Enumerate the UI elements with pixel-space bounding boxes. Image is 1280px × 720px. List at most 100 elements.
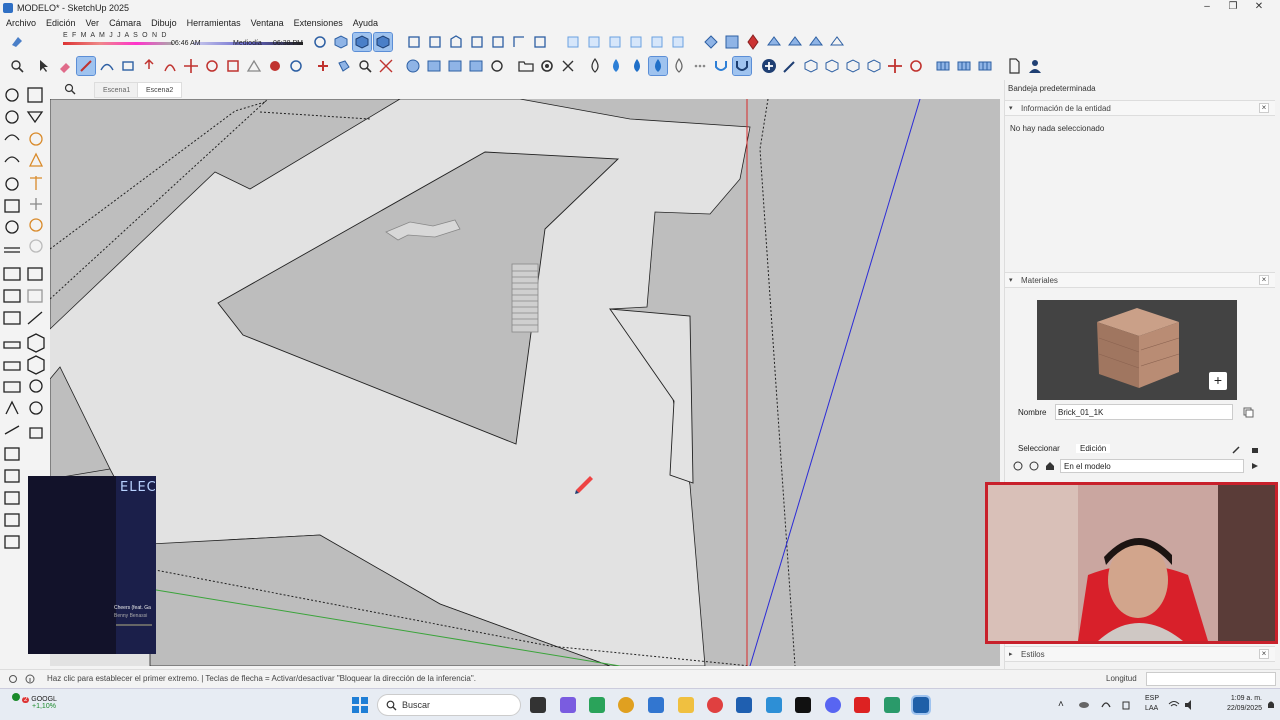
orbit-icon[interactable] (311, 33, 329, 51)
arc-icon[interactable] (98, 57, 116, 75)
geo-location-icon[interactable] (8, 674, 18, 686)
obs-icon[interactable] (854, 697, 870, 713)
close-model-icon[interactable] (559, 57, 577, 75)
chrome-icon[interactable] (618, 697, 634, 713)
grid-icon[interactable] (934, 57, 952, 75)
date-slider[interactable] (63, 42, 173, 45)
warehouse-icon[interactable] (702, 33, 720, 51)
material-name-field[interactable]: Brick_01_1K (1055, 404, 1233, 420)
wireframe-icon[interactable] (531, 33, 549, 51)
send-to-layout-icon[interactable] (744, 33, 762, 51)
sandbox-icon[interactable] (807, 33, 825, 51)
wifi-icon[interactable] (1168, 699, 1180, 713)
flip-icon[interactable] (314, 57, 332, 75)
view-top-icon[interactable] (352, 32, 372, 52)
add-plus-icon[interactable] (760, 57, 778, 75)
follow-me-icon[interactable] (161, 57, 179, 75)
extension-manager-icon[interactable] (765, 33, 783, 51)
tab-escena2[interactable]: Escena2 (137, 82, 183, 98)
menu-herramientas[interactable]: Herramientas (187, 18, 241, 28)
material-home-icon[interactable] (1250, 444, 1260, 456)
model-geometry[interactable] (50, 99, 1000, 666)
app-icon[interactable] (766, 697, 782, 713)
tape-measure-icon[interactable] (266, 57, 284, 75)
close-button[interactable]: ✕ (1246, 0, 1272, 16)
magnet-active-icon[interactable] (732, 56, 752, 76)
view-right-icon[interactable] (405, 33, 423, 51)
opera-icon[interactable] (707, 697, 723, 713)
chevron-up-icon[interactable]: ˄ (1058, 699, 1064, 710)
sketchup-taskbar-icon[interactable] (911, 695, 931, 715)
monochrome-icon[interactable] (627, 33, 645, 51)
minimize-button[interactable]: – (1194, 0, 1220, 16)
system-clock[interactable]: 1:09 a. m. 22/09/2025 (1206, 694, 1262, 714)
eyedropper-icon[interactable] (1232, 444, 1242, 456)
pencil-tool-icon[interactable] (781, 57, 799, 75)
zoom-icon[interactable] (356, 57, 374, 75)
stock-widget[interactable]: 2 GOOGL +1,10% (12, 693, 57, 710)
user-settings-icon[interactable] (488, 57, 506, 75)
eraser-icon[interactable] (56, 57, 74, 75)
drop-active-icon[interactable] (648, 56, 668, 76)
details-arrow-icon[interactable] (1250, 461, 1260, 473)
protractor-icon[interactable] (287, 57, 305, 75)
tab-seleccionar[interactable]: Seleccionar (1018, 444, 1060, 453)
subtract-icon[interactable] (467, 57, 485, 75)
forward-arrow-icon[interactable] (1029, 461, 1039, 473)
menu-ayuda[interactable]: Ayuda (353, 18, 378, 28)
hidden-line-icon[interactable] (564, 33, 582, 51)
styles-header[interactable]: ▸ Estilos × (1005, 646, 1275, 662)
store-icon[interactable] (648, 697, 664, 713)
drop-blue-icon[interactable] (607, 57, 625, 75)
rotate-red-icon[interactable] (907, 57, 925, 75)
cloud-icon[interactable] (1078, 699, 1090, 711)
entity-info-header[interactable]: ▾ Información de la entidad × (1005, 100, 1275, 116)
solid-tools-icon[interactable] (802, 57, 820, 75)
drop-blue2-icon[interactable] (628, 57, 646, 75)
intersect-icon[interactable] (425, 57, 443, 75)
magnet-icon[interactable] (712, 57, 730, 75)
user-icon[interactable] (1026, 57, 1044, 75)
grid3-icon[interactable] (976, 57, 994, 75)
drop-light-icon[interactable] (670, 57, 688, 75)
outlook-icon[interactable] (736, 697, 752, 713)
tab-edicion[interactable]: Edición (1076, 444, 1111, 453)
info-icon[interactable] (25, 674, 35, 686)
tab-escena1[interactable]: Escena1 (94, 82, 140, 98)
terrain-icon[interactable] (786, 33, 804, 51)
menu-dibujo[interactable]: Dibujo (151, 18, 177, 28)
menu-edicion[interactable]: Edición (46, 18, 76, 28)
maximize-button[interactable]: ❐ (1220, 0, 1246, 16)
discord-icon[interactable] (825, 697, 841, 713)
section-cuts-icon[interactable] (669, 33, 687, 51)
rectangle-icon[interactable] (119, 57, 137, 75)
outer-shell-icon[interactable] (404, 57, 422, 75)
view-left-icon[interactable] (447, 33, 465, 51)
solid-tools4-icon[interactable] (865, 57, 883, 75)
close-panel-icon[interactable]: × (1259, 103, 1269, 113)
line-tool-icon[interactable] (76, 56, 96, 76)
menu-archivo[interactable]: Archivo (6, 18, 36, 28)
taskbar-search[interactable]: Buscar (377, 694, 521, 716)
view-back-icon[interactable] (426, 33, 444, 51)
scale-icon[interactable] (224, 57, 242, 75)
shaded-textures-icon[interactable] (606, 33, 624, 51)
model-viewport[interactable] (50, 99, 1000, 666)
menu-camara[interactable]: Cámara (109, 18, 141, 28)
track-progress[interactable] (116, 624, 152, 626)
xray-icon[interactable] (489, 33, 507, 51)
menu-extensiones[interactable]: Extensiones (294, 18, 343, 28)
file-explorer-icon[interactable] (678, 697, 694, 713)
view-iso-icon[interactable] (332, 33, 350, 51)
grid2-icon[interactable] (955, 57, 973, 75)
from-scratch-icon[interactable] (828, 33, 846, 51)
extension-warehouse-icon[interactable] (723, 33, 741, 51)
gear-icon[interactable] (538, 57, 556, 75)
solid-tools3-icon[interactable] (844, 57, 862, 75)
shadow-settings-bar[interactable]: E F M A M J J A S O N D 06:46 AM Mediodí… (43, 31, 303, 53)
in-model-home-icon[interactable] (1045, 461, 1055, 473)
view-bottom-icon[interactable] (468, 33, 486, 51)
edge-icon[interactable] (589, 697, 605, 713)
select-icon[interactable] (35, 57, 53, 75)
zoom-extents-icon[interactable] (377, 57, 395, 75)
